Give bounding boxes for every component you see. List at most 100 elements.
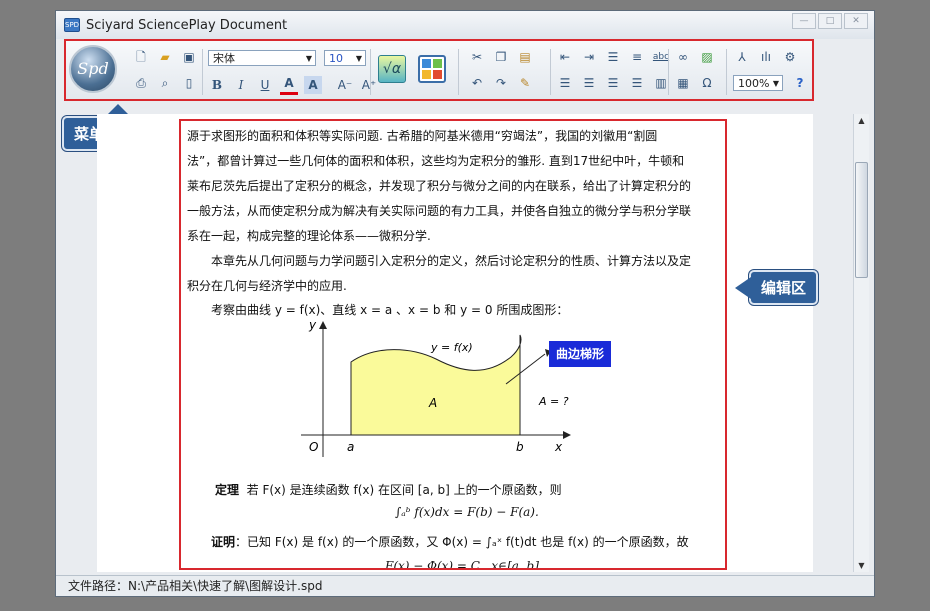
open-folder-icon[interactable]: ▰ — [156, 48, 174, 66]
doc-line: 一般方法，从而使定积分成为解决有关实际问题的有力工具，并使各自独立的微分学与积分… — [187, 204, 692, 218]
origin-label: O — [309, 440, 318, 454]
block-piece — [422, 70, 431, 79]
file-path: 文件路径：N:\产品相关\快速了解\图解设计.spd — [68, 579, 323, 593]
new-doc-icon[interactable]: 🗋 — [132, 48, 150, 66]
proof-line: 证明：已知 F(x) 是 f(x) 的一个原函数，又 Φ(x) = ∫ₐˣ f(… — [211, 533, 689, 550]
b-label: b — [516, 440, 524, 454]
document-page[interactable]: 源于求图形的面积和体积等实际问题. 古希腊的阿基米德用“穷竭法”，我国的刘徽用“… — [179, 119, 727, 570]
zoom-value: 100% — [738, 77, 770, 90]
chart-tool-icon[interactable]: ılı — [757, 48, 775, 66]
area-label: A — [428, 396, 437, 410]
block-piece — [422, 59, 431, 68]
font-grow-icon[interactable]: A⁻ — [336, 76, 354, 94]
doc-line: 法”，都曾计算过一些几何体的面积和体积，这些均为定积分的雏形. 直到17世纪中叶… — [187, 154, 685, 168]
divider — [202, 49, 203, 95]
scrollbar-thumb[interactable] — [855, 162, 868, 278]
save-icon[interactable]: ▣ — [180, 48, 198, 66]
settings-icon[interactable]: ⚙ — [781, 48, 799, 66]
menu-toolbar: Spd 🗋 ▰ ▣ ⎙ ⌕ ▯ 宋体 ▼ 10 ▼ B I U A A A⁻ A⁺ … — [64, 39, 814, 101]
proof-text: ：已知 F(x) 是 f(x) 的一个原函数，又 Φ(x) = ∫ₐˣ f(t)… — [235, 535, 689, 549]
symbol-tool-icon[interactable]: ⅄ — [733, 48, 751, 66]
scroll-up-icon[interactable]: ▲ — [854, 116, 869, 125]
curve-label: y = f(x) — [430, 341, 473, 354]
app-logo-button[interactable]: Spd — [69, 45, 117, 93]
vertical-scrollbar[interactable]: ▲ ▼ — [853, 114, 869, 572]
table-icon[interactable]: ▦ — [674, 74, 692, 92]
italic-icon[interactable]: I — [232, 76, 250, 94]
theorem-text: 若 F(x) 是连续函数 f(x) 在区间 [a, b] 上的一个原函数，则 — [246, 483, 562, 497]
page-icon[interactable]: ▯ — [180, 74, 198, 92]
proof-formula: F(x) − Φ(x) = C , x∈[a, b]. — [385, 559, 543, 570]
divider — [458, 49, 459, 95]
paste-icon[interactable]: ▤ — [516, 48, 534, 66]
zoom-select[interactable]: 100% ▼ — [733, 75, 783, 91]
cut-icon[interactable]: ✂ — [468, 48, 486, 66]
block-piece — [433, 59, 442, 68]
theorem-title: 定理 — [215, 483, 240, 497]
font-shrink-icon[interactable]: A⁺ — [360, 76, 378, 94]
window-title: Sciyard SciencePlay Document — [86, 18, 288, 33]
y-axis-arrow — [319, 321, 327, 329]
align-center-icon[interactable]: ☰ — [580, 74, 598, 92]
status-bar: 文件路径：N:\产品相关\快速了解\图解设计.spd — [56, 575, 874, 596]
title-bar: SPD Sciyard SciencePlay Document — □ ✕ — [56, 11, 874, 39]
edit-area-label: 编辑区 — [761, 279, 807, 297]
font-color-icon[interactable]: A — [280, 74, 298, 95]
a-label: a — [347, 440, 354, 454]
callout-pointer — [735, 277, 751, 299]
underline-icon[interactable]: U — [256, 76, 274, 94]
justify-icon[interactable]: ☰ — [628, 74, 646, 92]
font-size-value: 10 — [329, 52, 343, 65]
minimize-button[interactable]: — — [792, 13, 816, 29]
copy-icon[interactable]: ❐ — [492, 48, 510, 66]
doc-line: 考察由曲线 y = f(x)、直线 x = a 、x = b 和 y = 0 所… — [211, 303, 569, 317]
theorem-line: 定理 若 F(x) 是连续函数 f(x) 在区间 [a, b] 上的一个原函数，… — [215, 481, 562, 498]
bold-icon[interactable]: B — [208, 76, 226, 94]
help-icon[interactable]: ? — [791, 74, 809, 92]
divider — [668, 49, 669, 95]
format-painter-icon[interactable]: ✎ — [516, 74, 534, 92]
insert-image-icon[interactable]: ▨ — [698, 48, 716, 66]
divider — [550, 49, 551, 95]
bullets-icon[interactable]: ☰ — [604, 48, 622, 66]
omega-icon[interactable]: Ω — [698, 74, 716, 92]
spd-icon: SPD — [64, 18, 80, 32]
align-left-icon[interactable]: ☰ — [556, 74, 574, 92]
font-name-select[interactable]: 宋体 ▼ — [208, 50, 316, 66]
area-question: A = ? — [538, 395, 569, 408]
doc-line: 本章先从几何问题与力学问题引入定积分的定义，然后讨论定积分的性质、计算方法以及定 — [211, 254, 692, 268]
chevron-down-icon: ▼ — [305, 54, 312, 63]
curve-figure: O a b x y y = f(x) A A = ? — [301, 318, 571, 457]
x-axis-arrow — [563, 431, 571, 439]
x-axis-label: x — [554, 440, 563, 454]
align-right-icon[interactable]: ☰ — [604, 74, 622, 92]
divider — [726, 49, 727, 95]
block-piece — [433, 70, 442, 79]
block-tool-button[interactable] — [418, 55, 446, 83]
increase-indent-icon[interactable]: ⇥ — [580, 48, 598, 66]
maximize-button[interactable]: □ — [818, 13, 842, 29]
window-controls: — □ ✕ — [790, 13, 868, 29]
font-size-select[interactable]: 10 ▼ — [324, 50, 366, 66]
link-icon[interactable]: ∞ — [674, 48, 692, 66]
doc-line: 系在一起，构成完整的理论体系——微积分学. — [187, 229, 431, 243]
formula-editor-button[interactable]: √α — [378, 55, 406, 83]
line-spacing-icon[interactable]: ≡ — [628, 48, 646, 66]
theorem-formula: ∫ₐᵇ f(x)dx = F(b) − F(a). — [395, 505, 539, 519]
chevron-down-icon: ▼ — [772, 79, 779, 88]
decrease-indent-icon[interactable]: ⇤ — [556, 48, 574, 66]
y-axis-label: y — [308, 318, 317, 332]
doc-line: 莱布尼茨先后提出了定积分的概念，并发现了积分与微分之间的内在联系，给出了计算定积… — [187, 179, 692, 193]
scroll-down-icon[interactable]: ▼ — [854, 561, 869, 570]
chevron-down-icon: ▼ — [355, 54, 362, 63]
curved-trapezoid-tag: 曲边梯形 — [549, 341, 611, 367]
highlight-icon[interactable]: A — [304, 75, 322, 94]
redo-icon[interactable]: ↷ — [492, 74, 510, 92]
edit-area-callout: 编辑区 — [735, 270, 819, 305]
font-name-value: 宋体 — [213, 52, 235, 65]
close-button[interactable]: ✕ — [844, 13, 868, 29]
undo-icon[interactable]: ↶ — [468, 74, 486, 92]
print-preview-icon[interactable]: ⌕ — [156, 74, 174, 92]
divider — [370, 49, 371, 95]
print-icon[interactable]: ⎙ — [132, 74, 150, 92]
